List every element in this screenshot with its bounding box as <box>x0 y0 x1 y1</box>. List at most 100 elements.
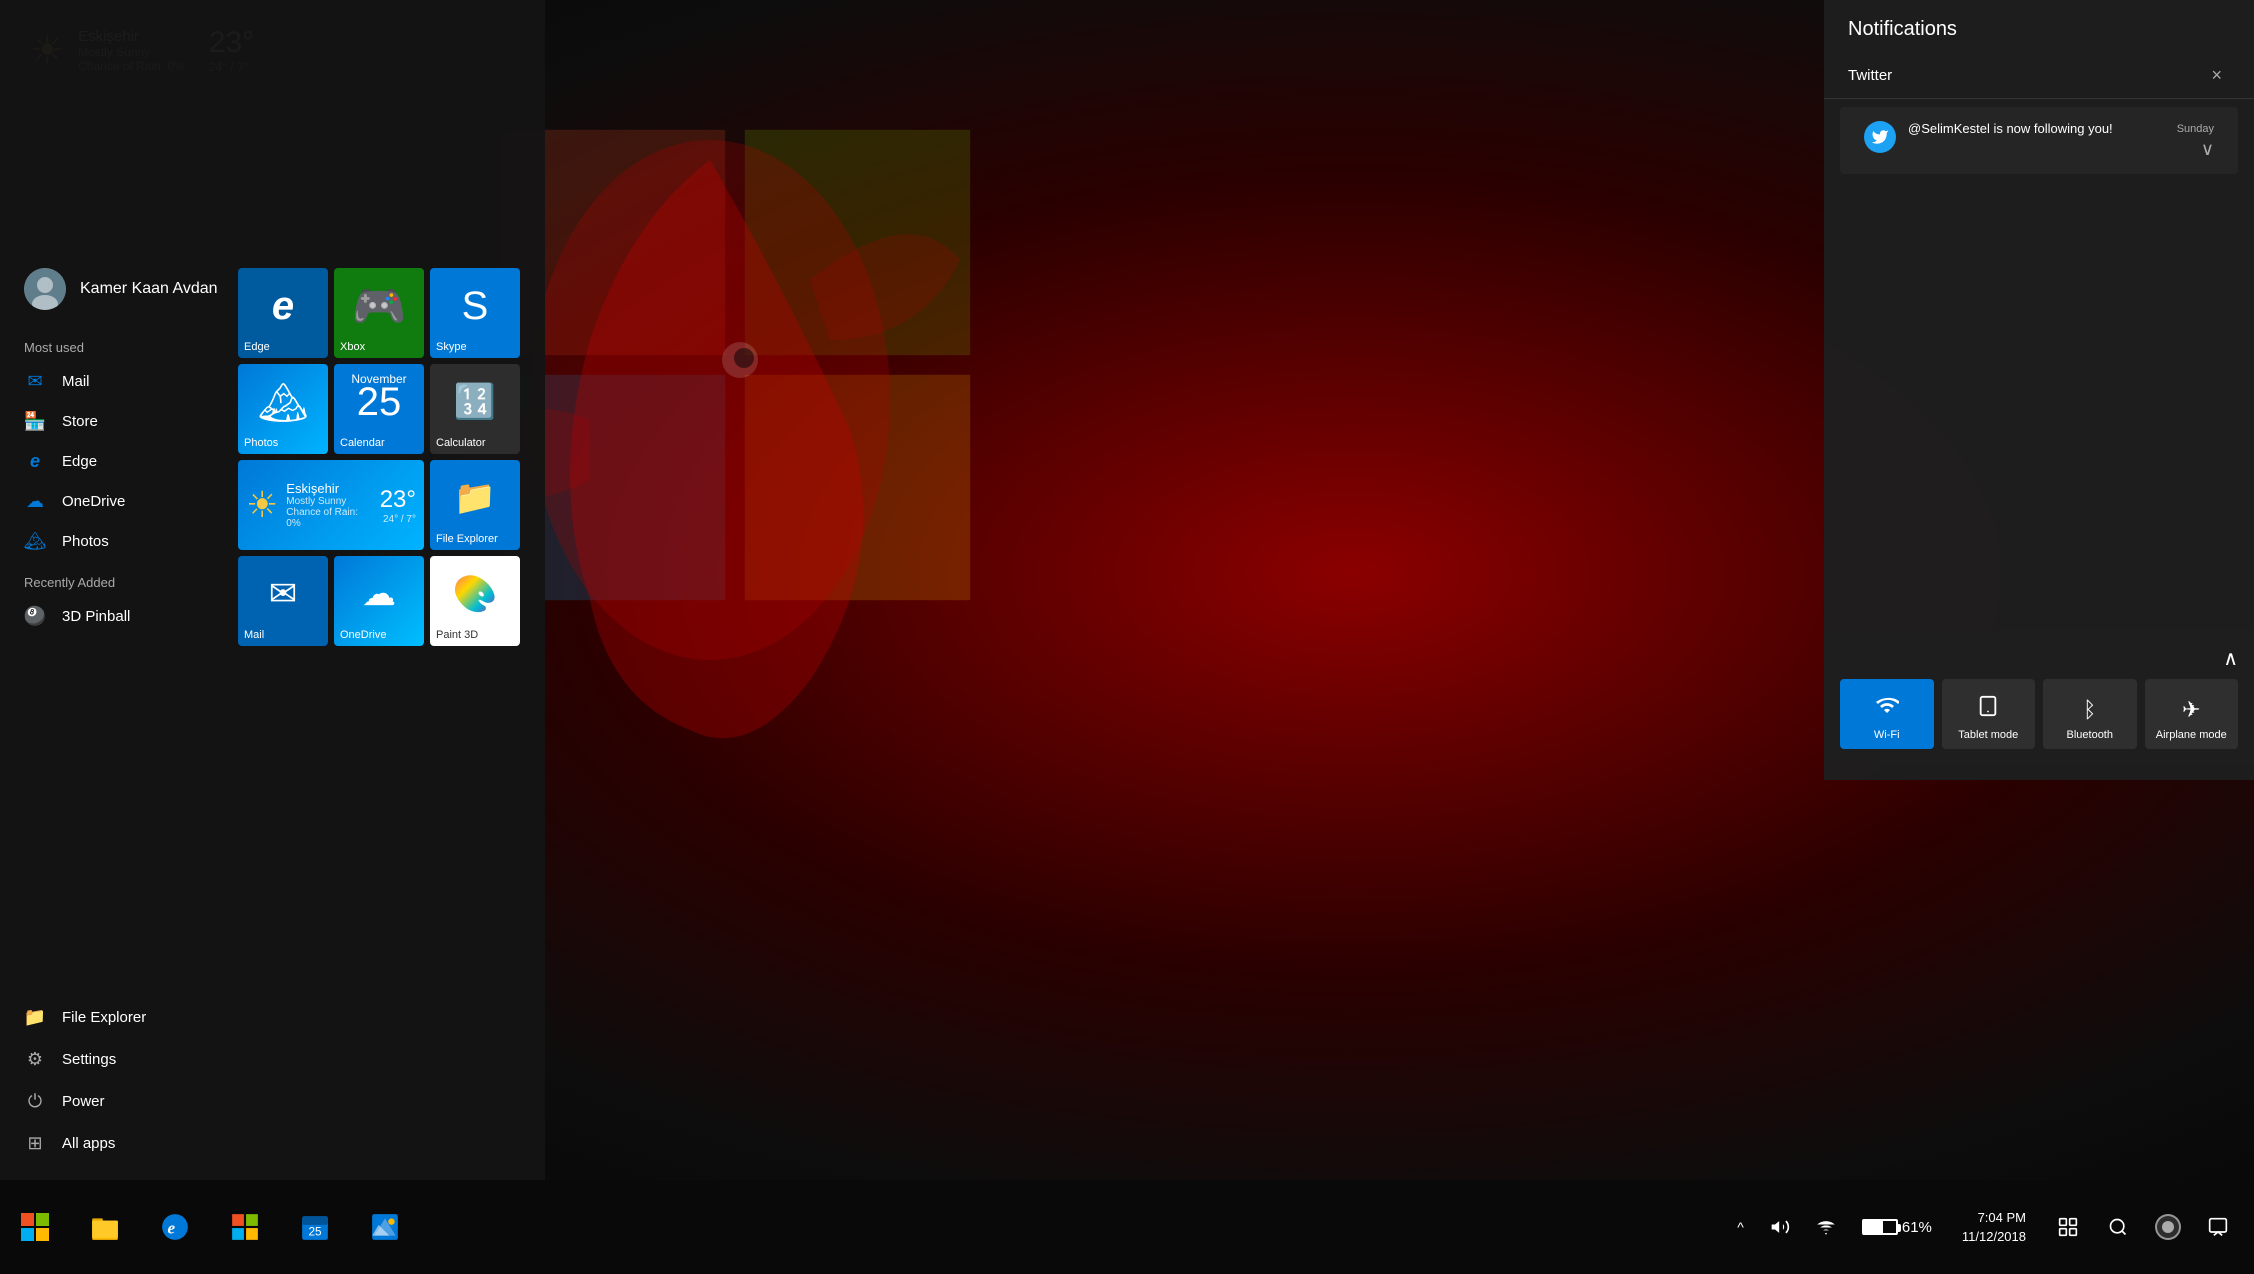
tile-calendar[interactable]: November 25 Calendar <box>334 364 424 454</box>
notification-text: @SelimKestel is now following you! <box>1908 121 2165 136</box>
tile-photos-label: Photos <box>244 437 278 449</box>
tile-fileexplorer[interactable]: 📁 File Explorer <box>430 460 520 550</box>
qa-tablet-button[interactable]: Tablet mode <box>1942 679 2036 749</box>
pinball-icon: 🎱 <box>24 605 46 627</box>
taskbar-date: 11/12/2018 <box>1962 1227 2026 1247</box>
sidebar-item-file-explorer[interactable]: 📁 File Explorer <box>0 996 545 1038</box>
tile-fileexplorer-label: File Explorer <box>436 533 498 545</box>
taskbar-volume-button[interactable] <box>1760 1209 1800 1245</box>
taskbar-search-button[interactable] <box>2096 1180 2140 1274</box>
taskbar-wifi-button[interactable] <box>1806 1209 1846 1245</box>
avatar <box>24 268 66 310</box>
settings-icon: ⚙ <box>24 1048 46 1070</box>
bluetooth-icon: ᛒ <box>2083 697 2096 723</box>
tile-weather-temp: 23° <box>380 486 416 514</box>
tile-calendar-label: Calendar <box>340 437 385 449</box>
tile-xbox[interactable]: 🎮 Xbox <box>334 268 424 358</box>
tablet-mode-icon <box>1977 695 1999 723</box>
taskbar-system-tray: ^ 61% 7:04 PM 11/12/2018 <box>1727 1180 2254 1274</box>
taskbar-cortana-button[interactable] <box>2146 1180 2190 1274</box>
taskbar-clock[interactable]: 7:04 PM 11/12/2018 <box>1948 1208 2040 1247</box>
taskbar-task-view-button[interactable] <box>2046 1180 2090 1274</box>
twitter-icon <box>1864 121 1896 153</box>
qa-airplane-button[interactable]: ✈ Airplane mode <box>2145 679 2239 749</box>
twitter-source-name: Twitter <box>1848 67 1892 84</box>
tile-weather-city: Eskişehir <box>286 481 371 496</box>
qa-wifi-button[interactable]: Wi-Fi <box>1840 679 1934 749</box>
wifi-icon <box>1875 693 1899 723</box>
tile-onedrive[interactable]: ☁ OneDrive <box>334 556 424 646</box>
qa-tablet-label: Tablet mode <box>1958 729 2018 741</box>
taskbar-icon-store[interactable] <box>210 1180 280 1274</box>
tile-calculator[interactable]: 🔢 Calculator <box>430 364 520 454</box>
sidebar-item-all-apps[interactable]: ⊞ All apps <box>0 1122 545 1164</box>
all-apps-icon: ⊞ <box>24 1132 46 1154</box>
settings-label: Settings <box>62 1051 116 1068</box>
power-label: Power <box>62 1093 105 1110</box>
qa-airplane-label: Airplane mode <box>2156 729 2227 741</box>
store-icon: 🏪 <box>24 410 46 432</box>
sidebar-item-power[interactable]: ⏻ Power <box>0 1080 545 1122</box>
taskbar-icon-edge[interactable]: e <box>140 1180 210 1274</box>
file-explorer-icon: 📁 <box>24 1006 46 1028</box>
airplane-icon: ✈ <box>2182 697 2200 723</box>
taskbar-chevron-button[interactable]: ^ <box>1727 1211 1754 1243</box>
all-apps-label: All apps <box>62 1135 115 1152</box>
notification-message: @SelimKestel is now following you! <box>1908 121 2165 136</box>
tile-mail-label: Mail <box>244 629 264 641</box>
tile-skype-label: Skype <box>436 341 467 353</box>
tile-weather[interactable]: ☀ Eskişehir Mostly Sunny Chance of Rain:… <box>238 460 424 550</box>
mail-icon: ✉ <box>24 370 46 392</box>
taskbar-icon-calendar[interactable]: 25 <box>280 1180 350 1274</box>
pinball-label: 3D Pinball <box>62 608 130 625</box>
notification-time: Sunday <box>2177 123 2214 135</box>
qa-wifi-label: Wi-Fi <box>1874 729 1900 741</box>
tile-paint3d-label: Paint 3D <box>436 629 478 641</box>
onedrive-label: OneDrive <box>62 493 125 510</box>
notification-item: @SelimKestel is now following you! Sunda… <box>1840 107 2238 174</box>
quick-actions-grid: Wi-Fi Tablet mode ᛒ Bluetooth ✈ Airplane… <box>1840 679 2238 749</box>
tile-edge-label: Edge <box>244 341 270 353</box>
svg-text:e: e <box>168 1218 176 1237</box>
photos-icon: 🏔 <box>24 530 46 552</box>
taskbar-icon-file-explorer[interactable] <box>70 1180 140 1274</box>
notification-source-twitter: Twitter × <box>1824 53 2254 99</box>
file-explorer-label: File Explorer <box>62 1009 146 1026</box>
qa-bluetooth-label: Bluetooth <box>2067 729 2113 741</box>
quick-actions-panel: ∧ Wi-Fi Tablet mode ᛒ Bluetooth <box>1824 630 2254 765</box>
tile-weather-cond: Mostly Sunny <box>286 496 371 507</box>
tile-photos[interactable]: 🏔 Photos <box>238 364 328 454</box>
tile-edge[interactable]: e Edge <box>238 268 328 358</box>
tile-onedrive-label: OneDrive <box>340 629 386 641</box>
tile-skype[interactable]: S Skype <box>430 268 520 358</box>
onedrive-icon: ☁ <box>24 490 46 512</box>
sidebar-item-settings[interactable]: ⚙ Settings <box>0 1038 545 1080</box>
store-label: Store <box>62 413 98 430</box>
user-name: Kamer Kaan Avdan <box>80 280 218 298</box>
mail-label: Mail <box>62 373 90 390</box>
tile-xbox-label: Xbox <box>340 341 365 353</box>
tile-calculator-label: Calculator <box>436 437 486 449</box>
tile-mail[interactable]: ✉ Mail <box>238 556 328 646</box>
tile-paint3d[interactable]: 🎨 Paint 3D <box>430 556 520 646</box>
taskbar-start-button[interactable] <box>0 1180 70 1274</box>
taskbar-time: 7:04 PM <box>1962 1208 2026 1228</box>
qa-bluetooth-button[interactable]: ᛒ Bluetooth <box>2043 679 2137 749</box>
bottom-actions: 📁 File Explorer ⚙ Settings ⏻ Power ⊞ All… <box>0 988 545 1180</box>
notification-expand-icon[interactable]: ∨ <box>2201 139 2214 160</box>
photos-label: Photos <box>62 533 109 550</box>
battery-pct: 61% <box>1902 1219 1932 1236</box>
edge-icon: e <box>24 450 46 472</box>
win-logo-bg <box>490 120 980 610</box>
tile-weather-range: 24° / 7° <box>380 514 416 525</box>
quick-actions-expand-button[interactable]: ∧ <box>2223 646 2238 671</box>
taskbar-action-center-button[interactable] <box>2196 1180 2240 1274</box>
notification-header: Notifications <box>1824 0 2254 53</box>
notification-title: Notifications <box>1848 18 1957 41</box>
tiles-area: e Edge 🎮 Xbox S Skype 🏔 Photos November … <box>238 268 520 646</box>
taskbar-icon-photos[interactable] <box>350 1180 420 1274</box>
notification-close-button[interactable]: × <box>2203 61 2230 90</box>
taskbar: e 25 ^ <box>0 1180 2254 1274</box>
taskbar-battery[interactable]: 61% <box>1852 1213 1942 1242</box>
power-icon: ⏻ <box>24 1090 46 1112</box>
